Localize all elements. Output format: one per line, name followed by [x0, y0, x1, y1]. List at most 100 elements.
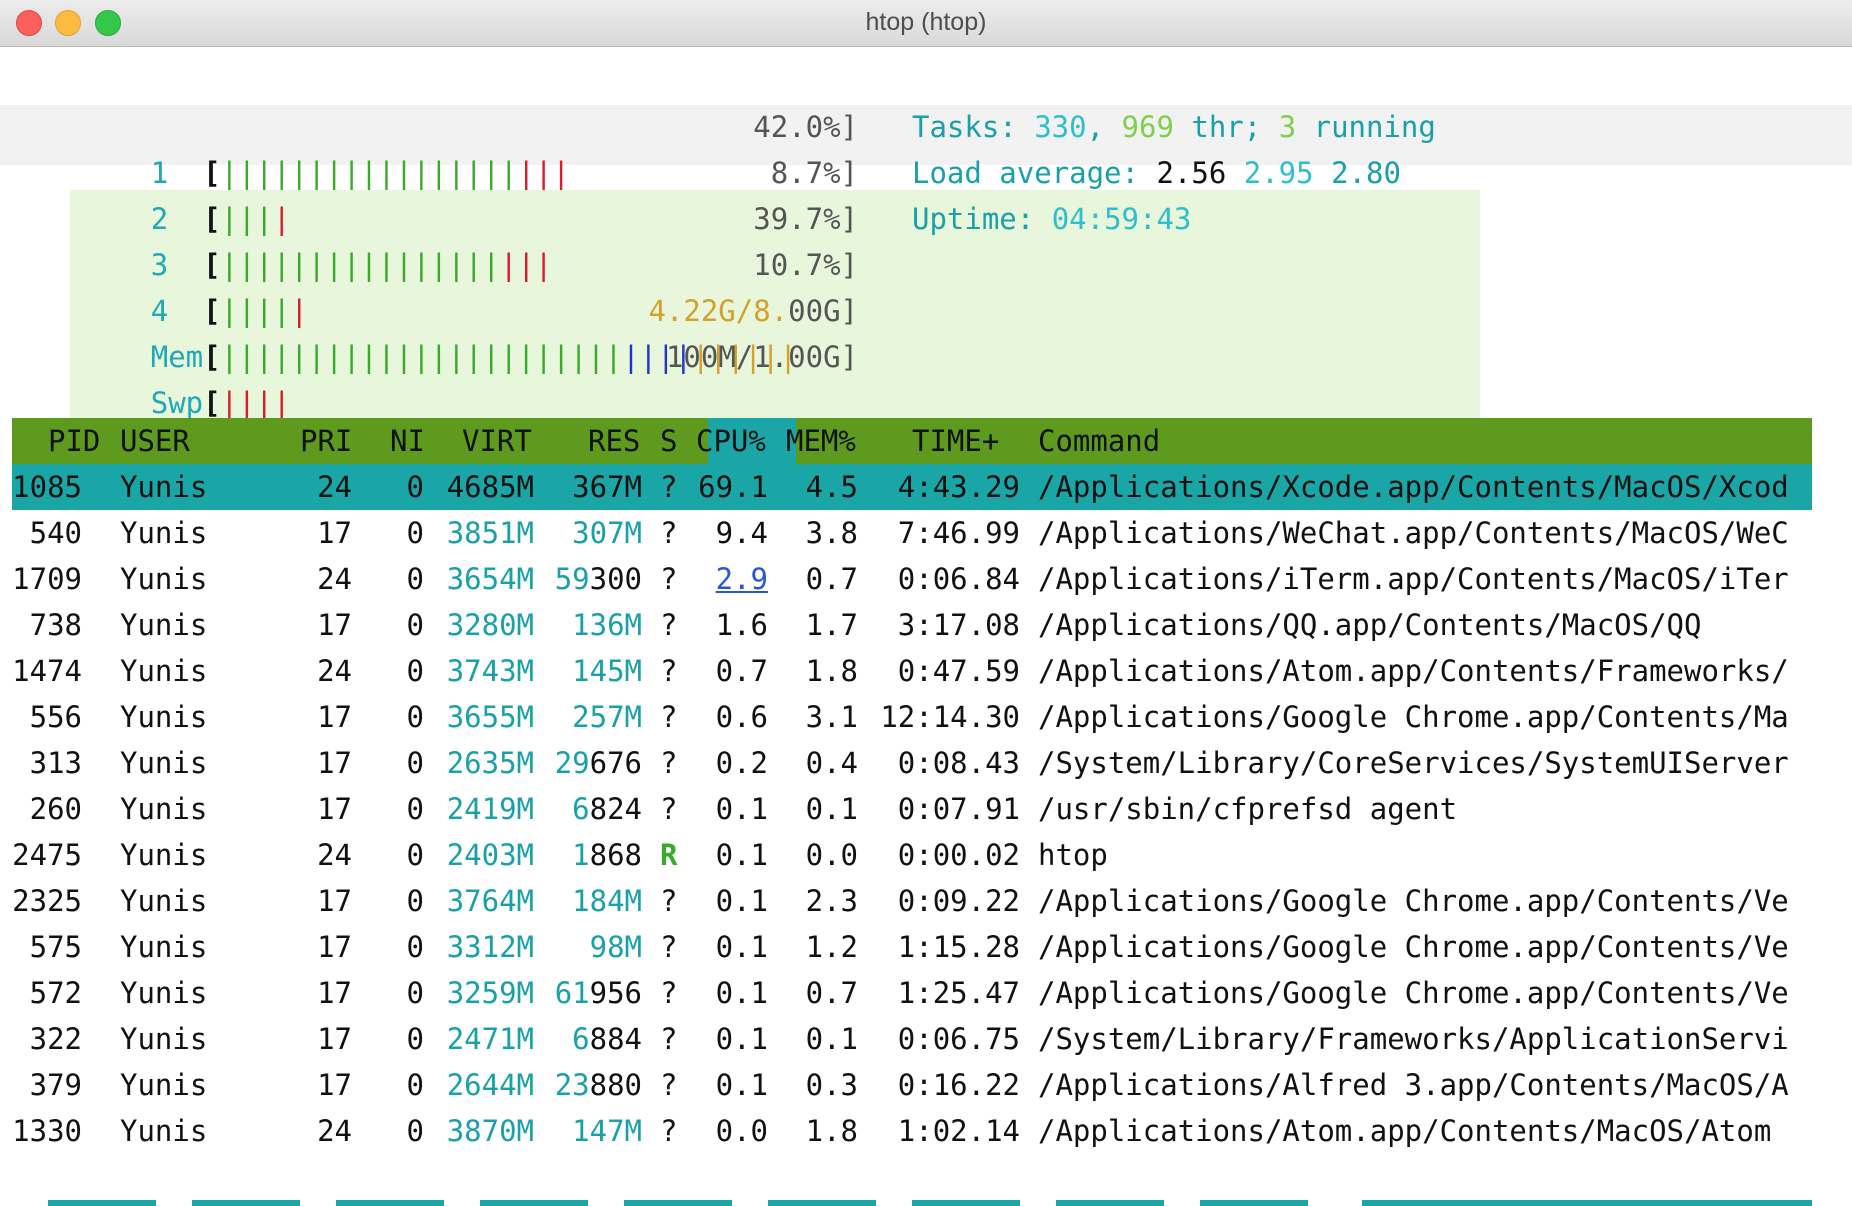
table-row[interactable]: 738 Yunis 17 0 3280M 136M? 1.6 1.7 3:17.08/Appli…	[12, 602, 1812, 648]
cell-time: 0:09.22	[897, 884, 1020, 918]
cell-virt: 3743M	[446, 654, 534, 688]
cell-time: 1:02.14	[897, 1114, 1020, 1148]
fkey-f10[interactable]: F10	[1308, 1200, 1360, 1206]
cell-pri: 17	[317, 1068, 352, 1102]
cell-pid: 2475	[12, 838, 82, 872]
cell-pri: 17	[317, 516, 352, 550]
fkey-label-nice[interactable]: Nice -	[912, 1200, 1020, 1206]
col-virt[interactable]: VIRT	[462, 418, 532, 464]
table-row[interactable]: 556 Yunis 17 0 3655M 257M? 0.6 3.1 12:14.30/Appl…	[12, 694, 1812, 740]
cell-time: 12:14.30	[880, 700, 1020, 734]
col-state[interactable]: S	[660, 418, 677, 464]
table-row[interactable]: 322 Yunis 17 0 2471M 6884? 0.1 0.1 0:06.75/Syste…	[12, 1016, 1812, 1062]
table-row[interactable]: 2475 Yunis 24 0 2403M 1868 R 0.1 0.0 0:00.02 htop	[12, 832, 1812, 878]
cell-res: 184M	[572, 884, 642, 918]
tasks-summary: Tasks: 330, 969 thr; 3 running	[912, 110, 1436, 144]
col-time[interactable]: TIME+	[912, 418, 999, 464]
table-row[interactable]: 379 Yunis 17 0 2644M 23880? 0.1 0.3 0:16.22/Appl…	[12, 1062, 1812, 1108]
col-user[interactable]: USER	[120, 418, 190, 464]
fkey-f9[interactable]: F9	[1164, 1200, 1199, 1206]
fkey-f2[interactable]: F2	[156, 1200, 191, 1206]
fkey-label-nice[interactable]: Nice +	[1056, 1200, 1164, 1206]
cell-s: ?	[660, 470, 678, 504]
col-res[interactable]: RES	[588, 418, 640, 464]
cell-cmd: /Applications/Atom.app/Contents/MacOS/At…	[1038, 1114, 1772, 1148]
cell-cpu: 0.0	[715, 1114, 768, 1148]
fkey-label-tree[interactable]: Tree	[624, 1200, 732, 1206]
cell-ni: 0	[406, 930, 424, 964]
col-mem[interactable]: MEM%	[786, 418, 856, 464]
cell-s: ?	[660, 1068, 678, 1102]
cell-mem: 1.7	[805, 608, 858, 642]
cell-mem: 3.1	[805, 700, 858, 734]
cell-pid: 1474	[12, 654, 82, 688]
cell-cmd: /Applications/Xcode.app/Contents/MacOS/X…	[1038, 470, 1789, 504]
cell-time: 0:07.91	[897, 792, 1020, 826]
col-ni[interactable]: NI	[390, 418, 425, 464]
table-row[interactable]: 1474 Yunis 24 0 3743M 145M? 0.7 1.8 0:47.59/Appl…	[12, 648, 1812, 694]
fkey-label-quit[interactable]: Quit	[1362, 1200, 1812, 1206]
table-row[interactable]: 2325 Yunis 17 0 3764M 184M? 0.1 2.3 0:09.22/Appl…	[12, 878, 1812, 924]
cell-virt: 3280M	[446, 608, 534, 642]
cell-mem: 0.1	[805, 1022, 858, 1056]
table-row[interactable]: 1330 Yunis 24 0 3870M 147M? 0.0 1.8 1:02.14/Appl…	[12, 1108, 1812, 1154]
cell-user: Yunis	[120, 930, 208, 964]
table-row[interactable]: 260 Yunis 17 0 2419M 6824? 0.1 0.1 0:07.91/usr/s…	[12, 786, 1812, 832]
htop-screen[interactable]: 1 [|||||||||||||||||||| 42.0%] 2 [|||| 8…	[0, 46, 1852, 1206]
fkey-label-search[interactable]: Search	[336, 1200, 444, 1206]
table-row[interactable]: 575 Yunis 17 0 3312M 98M? 0.1 1.2 1:15.28/Applic…	[12, 924, 1812, 970]
fkey-f7[interactable]: F7	[876, 1200, 911, 1206]
table-row-selected[interactable]: 1085 Yunis 24 0 4685M 367M? 69.1 4.5 4:43.29/App…	[12, 464, 1812, 510]
table-row[interactable]: 313 Yunis 17 0 2635M 29676? 0.2 0.4 0:08.43/Syst…	[12, 740, 1812, 786]
cell-cmd: /System/Library/Frameworks/ApplicationSe…	[1038, 1022, 1789, 1056]
col-pid[interactable]: PID	[48, 418, 100, 464]
cell-res: 23880	[554, 1068, 642, 1102]
fkey-f1[interactable]: F1	[12, 1200, 47, 1206]
cell-cpu: 69.1	[698, 470, 768, 504]
cell-mem: 4.5	[805, 470, 858, 504]
fkey-f4[interactable]: F4	[444, 1200, 479, 1206]
fkey-label-sortby[interactable]: SortBy	[768, 1200, 876, 1206]
cell-mem: 0.0	[805, 838, 858, 872]
col-cpu[interactable]: CPU%	[696, 418, 766, 464]
cpu-meter-4: 4 [||||| 10.7%]	[46, 242, 858, 328]
cell-cpu: 2.9	[715, 562, 768, 596]
table-row[interactable]: 540 Yunis 17 0 3851M 307M? 9.4 3.8 7:46.99/Appli…	[12, 510, 1812, 556]
cell-virt: 2471M	[446, 1022, 534, 1056]
cell-cmd: /Applications/Atom.app/Contents/Framewor…	[1038, 654, 1789, 688]
table-row[interactable]: 572 Yunis 17 0 3259M 61956? 0.1 0.7 1:25.47/Appl…	[12, 970, 1812, 1016]
cell-res: 61956	[554, 976, 642, 1010]
cell-cmd: /usr/sbin/cfprefsd agent	[1038, 792, 1458, 826]
cell-time: 1:15.28	[897, 930, 1020, 964]
col-pri[interactable]: PRI	[300, 418, 352, 464]
cell-virt: 2635M	[446, 746, 534, 780]
cell-user: Yunis	[120, 700, 208, 734]
fkey-label-filter[interactable]: Filter	[480, 1200, 588, 1206]
cell-mem: 2.3	[805, 884, 858, 918]
fkey-label-setup[interactable]: Setup	[192, 1200, 300, 1206]
fkey-f3[interactable]: F3	[300, 1200, 335, 1206]
fkey-f6[interactable]: F6	[732, 1200, 767, 1206]
cell-res: 98M	[589, 930, 642, 964]
fkey-label-help[interactable]: Help	[48, 1200, 156, 1206]
cell-user: Yunis	[120, 470, 208, 504]
fkey-label-kill[interactable]: Kill	[1200, 1200, 1308, 1206]
cell-s: ?	[660, 930, 678, 964]
cell-ni: 0	[406, 470, 424, 504]
table-row[interactable]: 1709 Yunis 24 0 3654M 59300? 2.9 0.7 0:06.84/App…	[12, 556, 1812, 602]
fkey-f8[interactable]: F8	[1020, 1200, 1055, 1206]
cell-pri: 24	[317, 562, 352, 596]
cell-mem: 1.8	[805, 1114, 858, 1148]
load-average: Load average: 2.56 2.95 2.80	[912, 156, 1401, 190]
cell-pid: 540	[29, 516, 82, 550]
col-command[interactable]: Command	[1038, 418, 1160, 464]
cell-mem: 0.1	[805, 792, 858, 826]
fkey-f5[interactable]: F5	[588, 1200, 623, 1206]
cell-ni: 0	[406, 976, 424, 1010]
cell-cmd: /Applications/WeChat.app/Contents/MacOS/…	[1038, 516, 1789, 550]
cell-s: ?	[660, 746, 678, 780]
cell-cmd: /Applications/QQ.app/Contents/MacOS/QQ	[1038, 608, 1702, 642]
cell-pri: 24	[317, 1114, 352, 1148]
cell-s: ?	[660, 516, 678, 550]
cell-virt: 3259M	[446, 976, 534, 1010]
